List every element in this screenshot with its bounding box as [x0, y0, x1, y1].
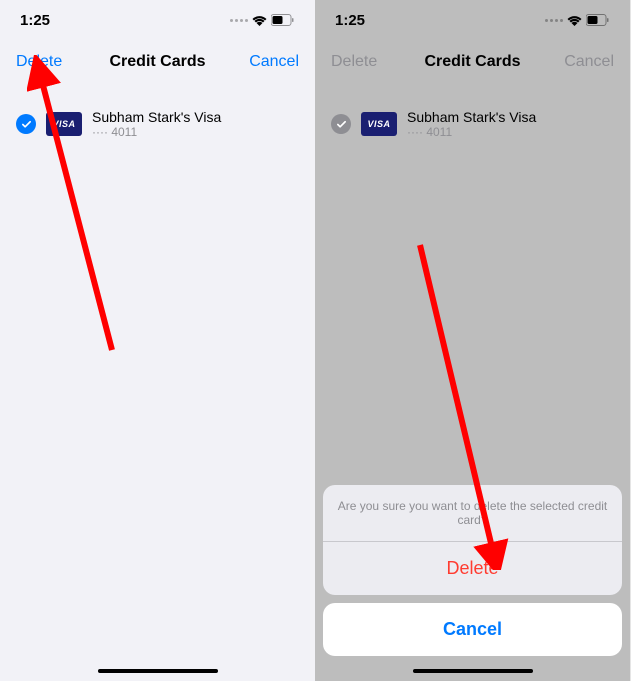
- card-number: ···· 4011: [92, 125, 221, 139]
- visa-icon: VISA: [46, 112, 82, 136]
- wifi-icon: [567, 15, 582, 26]
- card-info: Subham Stark's Visa ···· 4011: [92, 109, 221, 139]
- status-bar: 1:25: [315, 0, 630, 40]
- visa-icon: VISA: [361, 112, 397, 136]
- cancel-button[interactable]: Cancel: [239, 53, 299, 71]
- page-title: Credit Cards: [391, 53, 554, 71]
- action-sheet: Are you sure you want to delete the sele…: [323, 485, 622, 656]
- action-sheet-group: Are you sure you want to delete the sele…: [323, 485, 622, 595]
- action-sheet-cancel-button[interactable]: Cancel: [323, 603, 622, 656]
- card-list: VISA Subham Stark's Visa ···· 4011: [315, 84, 630, 164]
- status-bar: 1:25: [0, 0, 315, 40]
- status-time: 1:25: [20, 12, 50, 29]
- battery-icon: [271, 14, 295, 26]
- page-title: Credit Cards: [76, 53, 239, 71]
- delete-button[interactable]: Delete: [16, 53, 76, 71]
- delete-button: Delete: [331, 53, 391, 71]
- card-number: ···· 4011: [407, 125, 536, 139]
- action-sheet-prompt: Are you sure you want to delete the sele…: [323, 485, 622, 542]
- card-row: VISA Subham Stark's Visa ···· 4011: [331, 109, 614, 139]
- wifi-icon: [252, 15, 267, 26]
- home-indicator[interactable]: [413, 669, 533, 673]
- phone-right: 1:25 Delete Credit Cards Cancel VISA Sub…: [315, 0, 630, 681]
- status-icons: [230, 14, 295, 26]
- card-info: Subham Stark's Visa ···· 4011: [407, 109, 536, 139]
- checkmark-selected-icon: [331, 114, 351, 134]
- status-icons: [545, 14, 610, 26]
- nav-bar: Delete Credit Cards Cancel: [315, 40, 630, 84]
- battery-icon: [586, 14, 610, 26]
- nav-bar: Delete Credit Cards Cancel: [0, 40, 315, 84]
- card-row[interactable]: VISA Subham Stark's Visa ···· 4011: [16, 109, 299, 139]
- status-time: 1:25: [335, 12, 365, 29]
- cellular-icon: [230, 19, 248, 22]
- action-sheet-delete-button[interactable]: Delete: [323, 542, 622, 595]
- cellular-icon: [545, 19, 563, 22]
- card-name: Subham Stark's Visa: [92, 109, 221, 125]
- checkmark-selected-icon[interactable]: [16, 114, 36, 134]
- card-name: Subham Stark's Visa: [407, 109, 536, 125]
- card-list: VISA Subham Stark's Visa ···· 4011: [0, 84, 315, 164]
- cancel-button: Cancel: [554, 53, 614, 71]
- home-indicator[interactable]: [98, 669, 218, 673]
- phone-left: 1:25 Delete Credit Cards Cancel VISA Sub…: [0, 0, 315, 681]
